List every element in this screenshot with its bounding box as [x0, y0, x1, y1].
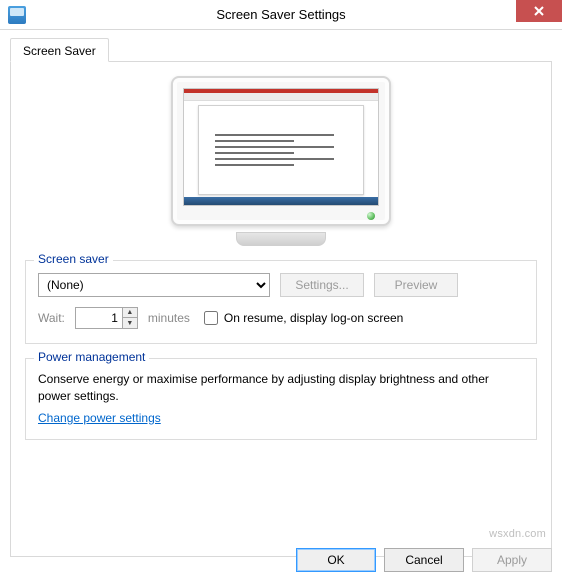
tab-panel: Screen saver (None) Settings... Preview …	[10, 61, 552, 557]
wait-spinner: ▲ ▼	[75, 307, 138, 329]
change-power-settings-link[interactable]: Change power settings	[38, 411, 161, 425]
preview-button[interactable]: Preview	[374, 273, 458, 297]
monitor-screen	[183, 88, 379, 206]
wait-spinner-up[interactable]: ▲	[122, 307, 138, 318]
preview-button-label: Preview	[395, 278, 438, 292]
settings-button[interactable]: Settings...	[280, 273, 364, 297]
cancel-button[interactable]: Cancel	[384, 548, 464, 572]
monitor-preview	[171, 76, 391, 246]
change-power-settings-label: Change power settings	[38, 411, 161, 425]
title-bar: Screen Saver Settings	[0, 0, 562, 30]
monitor-stand	[236, 232, 326, 246]
screen-saver-dropdown[interactable]: (None)	[38, 273, 270, 297]
resume-checkbox-label: On resume, display log-on screen	[224, 311, 403, 325]
wait-input[interactable]	[75, 307, 123, 329]
screen-saver-legend: Screen saver	[34, 252, 113, 266]
monitor-bezel	[171, 76, 391, 226]
wait-spinner-down[interactable]: ▼	[122, 318, 138, 329]
apply-button[interactable]: Apply	[472, 548, 552, 572]
ok-button[interactable]: OK	[296, 548, 376, 572]
monitor-led-icon	[367, 212, 375, 220]
wait-unit: minutes	[148, 311, 190, 325]
power-legend: Power management	[34, 350, 149, 364]
power-description: Conserve energy or maximise performance …	[38, 371, 524, 405]
close-icon	[534, 6, 544, 16]
window-title: Screen Saver Settings	[0, 7, 562, 22]
ok-button-label: OK	[327, 553, 344, 567]
resume-checkbox[interactable]	[204, 311, 218, 325]
apply-button-label: Apply	[497, 553, 527, 567]
resume-checkbox-wrap[interactable]: On resume, display log-on screen	[204, 311, 403, 325]
settings-button-label: Settings...	[295, 278, 348, 292]
tab-screen-saver[interactable]: Screen Saver	[10, 38, 109, 62]
power-management-group: Power management Conserve energy or maxi…	[25, 358, 537, 440]
wait-label: Wait:	[38, 311, 65, 325]
cancel-button-label: Cancel	[405, 553, 442, 567]
tab-label: Screen Saver	[23, 44, 96, 58]
close-button[interactable]	[516, 0, 562, 22]
preview-area	[25, 76, 537, 246]
tab-strip: Screen Saver	[10, 38, 552, 62]
screen-saver-group: Screen saver (None) Settings... Preview …	[25, 260, 537, 344]
dialog-buttons: OK Cancel Apply	[296, 548, 552, 572]
app-icon	[8, 6, 26, 24]
